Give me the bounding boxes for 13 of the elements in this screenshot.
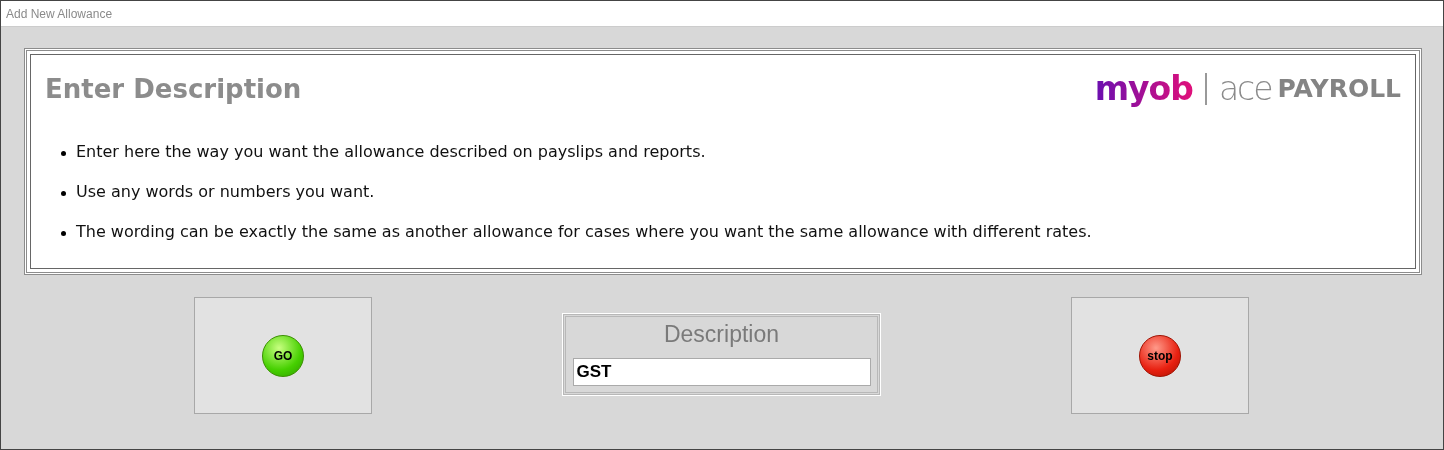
go-button[interactable]: GO xyxy=(262,334,304,377)
window-title: Add New Allowance xyxy=(6,6,113,21)
instruction-text: The wording can be exactly the same as another allowance for cases where you want the same allowance with different rates. xyxy=(76,221,1092,241)
bullet-icon xyxy=(61,151,66,156)
bullet-icon xyxy=(61,191,66,196)
stop-button[interactable]: stop xyxy=(1139,334,1181,377)
description-field[interactable]: GST xyxy=(572,358,871,386)
instruction-text: Enter here the way you want the allowance described on payslips and reports. xyxy=(76,141,706,161)
logo: myob ace PAYROLL xyxy=(1094,69,1401,109)
panel-heading: Enter Description xyxy=(45,74,302,104)
instruction-text: Use any words or numbers you want. xyxy=(76,181,375,201)
field-label: Description xyxy=(663,320,779,348)
bullet-icon xyxy=(61,231,66,236)
